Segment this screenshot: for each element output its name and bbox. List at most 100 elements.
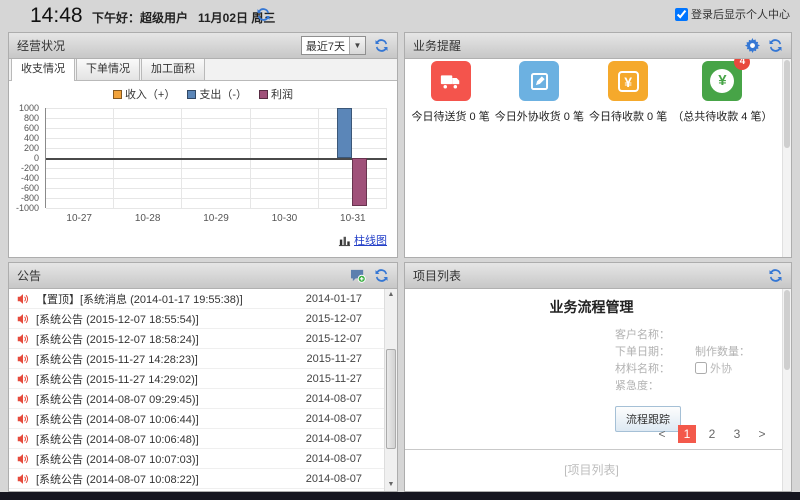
chart-bar bbox=[352, 158, 367, 206]
reminder-label: 今日待送货 0 笔 bbox=[412, 108, 490, 124]
reminder-tile-receivable-today[interactable]: ¥ 今日待收款 0 笔 bbox=[589, 61, 667, 124]
announcement-date: 2015-11-27 bbox=[307, 353, 376, 365]
edit-icon bbox=[519, 61, 559, 101]
workflow-heading: 业务流程管理 bbox=[405, 297, 778, 317]
announcement-row[interactable]: [系统公告 (2014-08-07 10:06:48)] 2014-08-07 bbox=[9, 429, 384, 449]
chart-ylabels: 10008006004002000-200-400-600-800-1000 bbox=[13, 108, 41, 208]
reminder-label: 今日外协收货 0 笔 bbox=[495, 108, 584, 124]
customer-name-label: 客户名称： bbox=[615, 326, 695, 342]
page-prev[interactable]: < bbox=[653, 425, 671, 443]
speaker-icon bbox=[17, 433, 29, 445]
tab-orders[interactable]: 下单情况 bbox=[76, 56, 140, 80]
panel-title: 业务提醒 bbox=[413, 37, 461, 54]
announcements-panel: 公告 【置顶】[系统消息 (2014-01-17 19:55:38)] 2014… bbox=[8, 262, 398, 492]
announcement-date: 2015-12-07 bbox=[306, 313, 376, 325]
reminder-label: 今日待收款 0 笔 bbox=[589, 108, 667, 124]
legend-item: 利润 bbox=[259, 86, 293, 102]
outsource-checkbox-label[interactable]: 外协 bbox=[695, 360, 732, 376]
reminder-tile-delivery[interactable]: 今日待送货 0 笔 bbox=[412, 61, 490, 124]
reminder-tile-receivable-total[interactable]: ¥ 4 （总共待收款 4 笔） bbox=[672, 61, 772, 124]
panel-title: 项目列表 bbox=[413, 267, 461, 284]
yuan-circle-icon: ¥ 4 bbox=[702, 61, 742, 101]
announcement-row[interactable]: [系统公告 (2014-08-07 10:06:44)] 2014-08-07 bbox=[9, 409, 384, 429]
announcement-title: 【置顶】[系统消息 (2014-01-17 19:55:38)] bbox=[36, 291, 243, 307]
announcement-row[interactable]: [系统公告 (2014-08-07 10:08:22)] 2014-08-07 bbox=[9, 469, 384, 489]
chart-bar bbox=[337, 108, 352, 158]
announcement-title: [系统公告 (2014-08-07 10:06:48)] bbox=[36, 431, 199, 447]
project-list-footer: [项目列表] bbox=[405, 461, 778, 478]
scrollbar-thumb[interactable] bbox=[784, 60, 790, 148]
scrollbar[interactable] bbox=[782, 59, 791, 257]
scrollbar-thumb[interactable] bbox=[784, 290, 790, 370]
truck-icon bbox=[431, 61, 471, 101]
speaker-icon bbox=[17, 473, 29, 485]
scroll-up-arrow[interactable]: ▲ bbox=[385, 289, 397, 301]
announcement-row[interactable]: [系统公告 (2015-11-27 14:28:23)] 2015-11-27 bbox=[9, 349, 384, 369]
chart-plot bbox=[45, 108, 387, 208]
business-status-panel: 经营状况 最近7天 ▼ 收支情况 下单情况 加工面积 收入（+）支出（-）利润 … bbox=[8, 32, 398, 258]
gear-icon[interactable] bbox=[745, 38, 760, 53]
announcement-title: [系统公告 (2015-12-07 18:55:54)] bbox=[36, 311, 199, 327]
scrollbar-thumb[interactable] bbox=[386, 349, 396, 449]
refresh-icon[interactable] bbox=[374, 38, 389, 53]
bar-line-chart-link-label: 柱线图 bbox=[354, 232, 387, 248]
announcement-date: 2014-01-17 bbox=[306, 293, 376, 305]
announcement-title: [系统公告 (2014-08-07 10:07:03)] bbox=[36, 451, 199, 467]
tab-income-expense[interactable]: 收支情况 bbox=[11, 56, 75, 81]
speaker-icon bbox=[17, 413, 29, 425]
reminder-tile-outsource-receive[interactable]: 今日外协收货 0 笔 bbox=[495, 61, 584, 124]
announcement-row[interactable]: [系统公告 (2014-08-07 09:29:45)] 2014-08-07 bbox=[9, 389, 384, 409]
refresh-icon[interactable] bbox=[374, 268, 389, 283]
page-3[interactable]: 3 bbox=[728, 425, 746, 443]
greeting-text: 下午好：超级用户 bbox=[92, 9, 188, 26]
scrollbar[interactable] bbox=[782, 289, 791, 491]
refresh-icon[interactable] bbox=[256, 7, 271, 22]
announcement-row[interactable]: 【置顶】[系统消息 (2014-01-17 19:55:38)] 2014-01… bbox=[9, 289, 384, 309]
page-next[interactable]: > bbox=[753, 425, 771, 443]
bar-chart-icon bbox=[338, 234, 351, 247]
announcement-date: 2014-08-07 bbox=[306, 433, 376, 445]
legend-item: 收入（+） bbox=[113, 86, 175, 102]
legend-item: 支出（-） bbox=[187, 86, 247, 102]
divider bbox=[405, 449, 791, 450]
range-select[interactable]: 最近7天 ▼ bbox=[301, 36, 366, 55]
panel-title: 公告 bbox=[17, 267, 41, 284]
chart-xlabels: 10-2710-2810-2910-3010-31 bbox=[45, 213, 387, 224]
reminders-panel: 业务提醒 今日待送货 0 笔 今日外协收货 0 笔 ¥ 今日待收款 0 笔 bbox=[404, 32, 792, 258]
reminders-header: 业务提醒 bbox=[405, 33, 791, 59]
workflow-form: 客户名称： 下单日期： 制作数量： 材料名称： 外协 紧急度： bbox=[615, 325, 750, 393]
scroll-down-arrow[interactable]: ▼ bbox=[385, 479, 397, 491]
yuan-icon: ¥ bbox=[608, 61, 648, 101]
outsource-label: 外协 bbox=[710, 360, 732, 376]
project-list-panel: 项目列表 业务流程管理 客户名称： 下单日期： 制作数量： 材料名称： 外协 紧… bbox=[404, 262, 792, 492]
refresh-icon[interactable] bbox=[768, 268, 783, 283]
bar-line-chart-link[interactable]: 柱线图 bbox=[338, 232, 387, 248]
reminder-label: （总共待收款 4 笔） bbox=[672, 108, 772, 124]
scrollbar[interactable]: ▲ ▼ bbox=[384, 289, 397, 491]
announcement-date: 2015-12-07 bbox=[306, 333, 376, 345]
add-announcement-icon[interactable] bbox=[350, 268, 366, 283]
urgency-label: 紧急度： bbox=[615, 377, 695, 393]
announcement-row[interactable]: [系统公告 (2015-12-07 18:58:24)] 2015-12-07 bbox=[9, 329, 384, 349]
page-1[interactable]: 1 bbox=[678, 425, 696, 443]
announcement-title: [系统公告 (2014-08-07 10:08:22)] bbox=[36, 471, 199, 487]
page-2[interactable]: 2 bbox=[703, 425, 721, 443]
personal-center-checkbox[interactable] bbox=[675, 8, 688, 21]
announcement-date: 2014-08-07 bbox=[306, 413, 376, 425]
announcement-row[interactable]: [系统公告 (2015-11-27 14:29:02)] 2015-11-27 bbox=[9, 369, 384, 389]
personal-center-toggle[interactable]: 登录后显示个人中心 bbox=[675, 6, 790, 22]
reminder-tiles: 今日待送货 0 笔 今日外协收货 0 笔 ¥ 今日待收款 0 笔 ¥ 4 （总共… bbox=[409, 61, 775, 124]
announcement-date: 2014-08-07 bbox=[306, 473, 376, 485]
business-status-header: 经营状况 最近7天 ▼ bbox=[9, 33, 397, 59]
announcement-list: 【置顶】[系统消息 (2014-01-17 19:55:38)] 2014-01… bbox=[9, 289, 384, 491]
tab-processing-area[interactable]: 加工面积 bbox=[141, 56, 205, 80]
panel-title: 经营状况 bbox=[17, 37, 65, 54]
refresh-icon[interactable] bbox=[768, 38, 783, 53]
pagination: < 1 2 3 > bbox=[653, 425, 771, 443]
bottom-bar bbox=[0, 492, 800, 500]
announcement-row[interactable]: [系统公告 (2015-12-07 18:55:54)] 2015-12-07 bbox=[9, 309, 384, 329]
announcement-title: [系统公告 (2014-08-07 10:06:44)] bbox=[36, 411, 199, 427]
outsource-checkbox[interactable] bbox=[695, 362, 707, 374]
speaker-icon bbox=[17, 353, 29, 365]
announcement-row[interactable]: [系统公告 (2014-08-07 10:07:03)] 2014-08-07 bbox=[9, 449, 384, 469]
